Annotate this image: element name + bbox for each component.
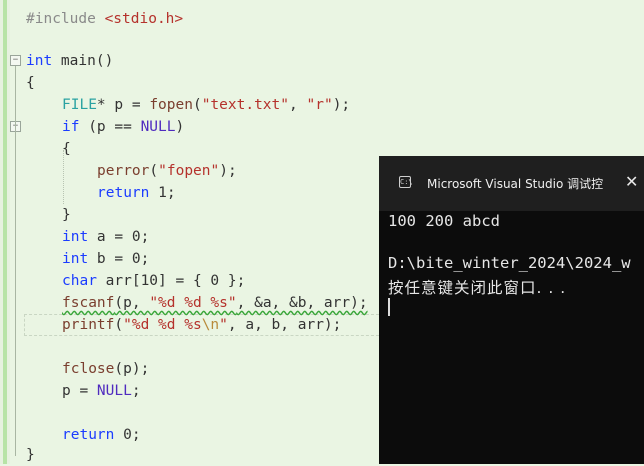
code-text: ; bbox=[131, 383, 141, 399]
code-line-1: #include <stdio.h> bbox=[26, 8, 183, 30]
fold-guide bbox=[15, 132, 16, 212]
code-text: b = 0; bbox=[88, 251, 150, 267]
code-line-5: FILE* p = fopen("text.txt", "r"); bbox=[62, 94, 350, 116]
keyword: if bbox=[62, 119, 80, 135]
macro-name: NULL bbox=[140, 119, 176, 135]
preprocessor-directive: #include bbox=[26, 11, 105, 27]
collapse-icon[interactable]: − bbox=[10, 55, 21, 66]
change-tracking-bar bbox=[3, 0, 7, 464]
console-output-line: D:\bite_winter_2024\2024_w bbox=[388, 254, 631, 272]
console-title-bar[interactable]: C:\ Microsoft Visual Studio 调试控 ✕ bbox=[379, 156, 644, 211]
string-literal: "%d %d %s" bbox=[149, 295, 237, 311]
debug-console-window[interactable]: C:\ Microsoft Visual Studio 调试控 ✕ 100 20… bbox=[379, 156, 644, 464]
string-literal: "fopen" bbox=[158, 163, 220, 179]
console-app-icon: C:\ bbox=[399, 176, 413, 188]
function-name: fopen bbox=[149, 97, 193, 113]
code-text: arr[10] = { 0 }; bbox=[96, 273, 246, 289]
keyword: return bbox=[97, 185, 150, 201]
console-output-line: 100 200 abcd bbox=[388, 212, 500, 230]
code-line-4: { bbox=[26, 72, 35, 94]
code-line-17: fclose(p); bbox=[62, 358, 149, 380]
code-line-7: { bbox=[62, 138, 71, 160]
console-output-line: 按任意键关闭此窗口. . . bbox=[388, 279, 567, 297]
function-name: perror bbox=[97, 163, 150, 179]
code-text: p = bbox=[62, 383, 97, 399]
code-text: , &a, &b, arr); bbox=[236, 295, 368, 311]
code-text: 0; bbox=[114, 427, 141, 443]
code-line-20: return 0; bbox=[62, 424, 141, 446]
function-name: printf bbox=[62, 317, 115, 333]
function-name: fclose bbox=[62, 361, 115, 377]
close-icon[interactable]: ✕ bbox=[625, 172, 638, 191]
macro-name: NULL bbox=[96, 383, 132, 399]
code-line-8: perror("fopen"); bbox=[97, 160, 237, 182]
code-line-14: fscanf(p, "%d %d %s", &a, &b, arr); bbox=[62, 292, 368, 314]
text-cursor bbox=[388, 298, 390, 316]
keyword: return bbox=[62, 427, 115, 443]
code-text: } bbox=[62, 207, 71, 223]
string-literal: "r" bbox=[306, 97, 333, 113]
keyword: int bbox=[62, 229, 89, 245]
code-line-15: printf("%d %d %s\n", a, b, arr); bbox=[62, 314, 341, 336]
code-text: ( bbox=[192, 97, 202, 113]
code-text: main() bbox=[52, 53, 114, 69]
code-text: { bbox=[62, 141, 71, 157]
code-text: ( bbox=[149, 163, 159, 179]
code-line-18: p = NULL; bbox=[62, 380, 141, 402]
include-header: <stdio.h> bbox=[104, 11, 184, 27]
code-text: ) bbox=[175, 119, 185, 135]
code-text: ( bbox=[114, 317, 124, 333]
code-text: ); bbox=[219, 163, 237, 179]
escape-sequence: \n bbox=[201, 317, 220, 333]
code-line-3: int main() bbox=[26, 50, 113, 72]
code-line-11: int a = 0; bbox=[62, 226, 149, 248]
string-literal: " bbox=[219, 317, 228, 333]
code-text: a = 0; bbox=[88, 229, 150, 245]
code-text: , bbox=[289, 97, 307, 113]
code-line-10: } bbox=[62, 204, 71, 226]
code-line-6: if (p == NULL) bbox=[62, 116, 184, 138]
string-literal: "text.txt" bbox=[201, 97, 290, 113]
code-text: (p == bbox=[79, 119, 141, 135]
code-line-21: } bbox=[26, 444, 35, 466]
keyword: char bbox=[62, 273, 97, 289]
code-text: { bbox=[26, 75, 35, 91]
code-text: (p); bbox=[114, 361, 150, 377]
code-text: (p, bbox=[114, 295, 150, 311]
code-line-12: int b = 0; bbox=[62, 248, 149, 270]
code-line-9: return 1; bbox=[97, 182, 176, 204]
keyword: int bbox=[62, 251, 89, 267]
function-name: fscanf bbox=[62, 295, 115, 311]
type-name: FILE bbox=[62, 97, 97, 113]
code-text: ); bbox=[332, 97, 351, 113]
string-literal: "%d %d %s bbox=[123, 317, 202, 333]
code-text: , a, b, arr); bbox=[227, 317, 342, 333]
code-text: 1; bbox=[149, 185, 176, 201]
code-text: * p = bbox=[96, 97, 150, 113]
fold-guide bbox=[15, 66, 16, 456]
console-title: Microsoft Visual Studio 调试控 bbox=[427, 177, 604, 191]
code-line-13: char arr[10] = { 0 }; bbox=[62, 270, 245, 292]
code-text: } bbox=[26, 447, 35, 463]
keyword: int bbox=[26, 53, 53, 69]
